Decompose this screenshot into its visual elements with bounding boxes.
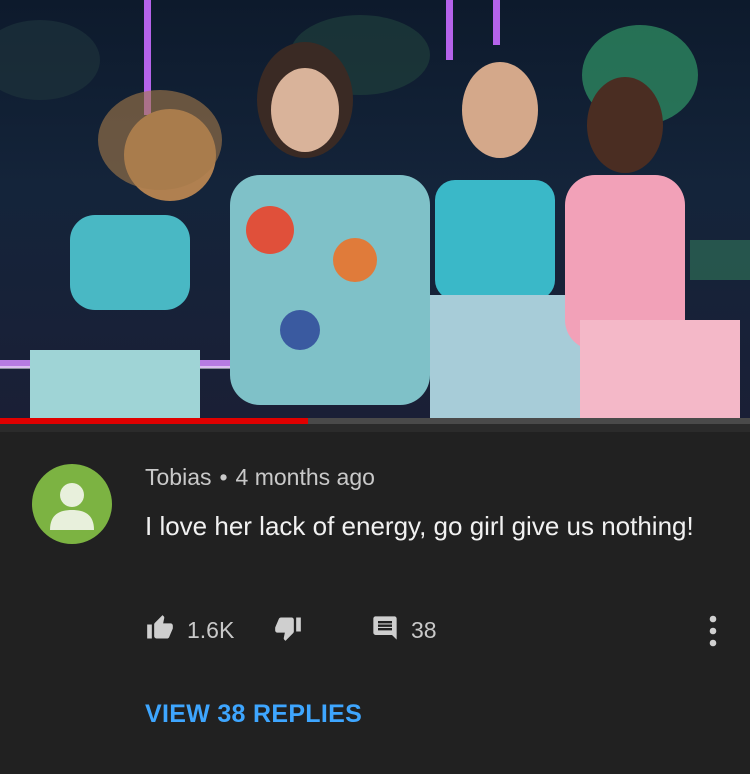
video-frame-illustration: [0, 0, 750, 418]
video-thumbnail[interactable]: [0, 0, 750, 418]
dislike-button[interactable]: [273, 612, 303, 648]
comment-timestamp[interactable]: 4 months ago: [236, 464, 375, 490]
reply-count: 38: [411, 616, 437, 643]
like-count: 1.6K: [187, 616, 235, 643]
more-vertical-icon[interactable]: [705, 614, 721, 648]
meta-separator: •: [219, 464, 228, 490]
user-avatar-icon[interactable]: [32, 464, 112, 544]
reply-button[interactable]: 38: [371, 612, 437, 648]
view-replies-button[interactable]: VIEW 38 REPLIES: [145, 700, 362, 729]
thumbs-down-icon: [273, 614, 303, 647]
like-button[interactable]: 1.6K: [145, 612, 234, 648]
comment-actions: 1.6K 38: [145, 612, 725, 648]
divider: [0, 424, 750, 432]
comment-author[interactable]: Tobias: [145, 464, 211, 490]
comment-icon: [371, 614, 399, 647]
thumbs-up-icon: [145, 614, 175, 647]
comment-text: I love her lack of energy, go girl give …: [145, 511, 694, 541]
comment-meta: Tobias • 4 months ago: [145, 464, 375, 491]
comment-item: Tobias • 4 months ago I love her lack of e…: [0, 432, 750, 774]
